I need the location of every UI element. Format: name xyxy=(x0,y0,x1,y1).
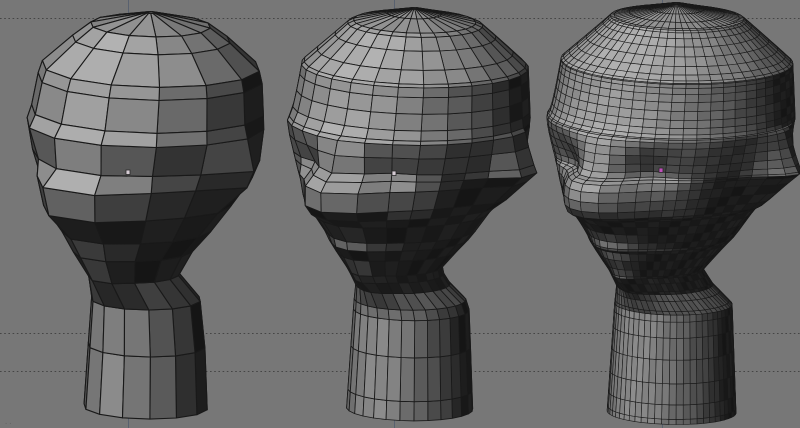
viewport: .. xyxy=(0,0,800,428)
viewport-3d: .. xyxy=(0,0,800,428)
corner-artifact: .. xyxy=(4,418,12,426)
origin-dot-high xyxy=(658,167,664,173)
origin-dot-medium xyxy=(391,170,397,176)
head-models xyxy=(26,2,800,425)
origin-dot-low xyxy=(125,169,131,175)
